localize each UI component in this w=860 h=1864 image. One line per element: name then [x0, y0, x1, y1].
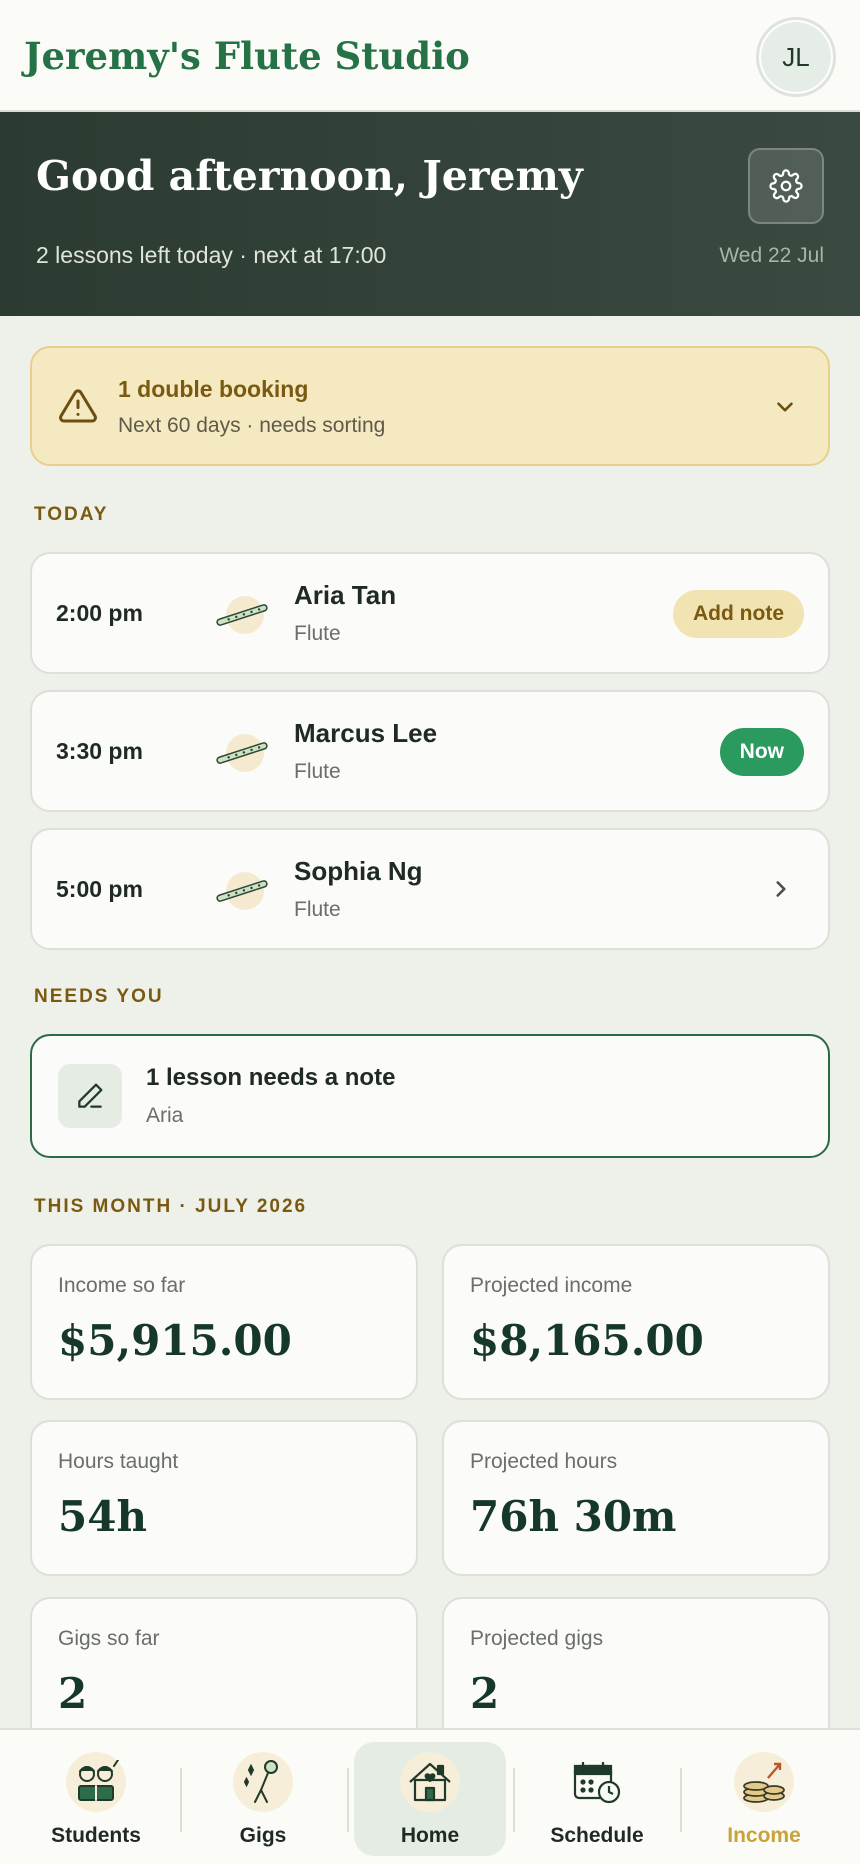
- nav-students[interactable]: Students: [20, 1742, 172, 1856]
- lesson-card[interactable]: 5:00 pm Sophia Ng Flute: [30, 828, 830, 950]
- warning-icon: [59, 389, 97, 423]
- stat-card-income: Income so far $5,915.00: [30, 1244, 418, 1400]
- stat-value: 2: [470, 1669, 500, 1718]
- section-label-needs-you: NEEDS YOU: [34, 986, 164, 1007]
- stat-value: 2: [58, 1669, 88, 1718]
- stat-label: Income so far: [58, 1274, 186, 1297]
- stat-label: Projected hours: [470, 1450, 618, 1473]
- pencil-icon: [78, 1083, 103, 1108]
- chevron-right-icon[interactable]: [768, 876, 794, 902]
- flute-icon: [214, 592, 270, 636]
- students-icon: [66, 1752, 126, 1812]
- settings-button[interactable]: [748, 148, 824, 224]
- avatar-initials: JL: [782, 41, 810, 72]
- pencil-icon-box: [58, 1064, 122, 1128]
- stat-value: $8,165.00: [470, 1316, 704, 1365]
- needs-note-title: 1 lesson needs a note: [146, 1064, 396, 1091]
- needs-note-card[interactable]: 1 lesson needs a note Aria: [30, 1034, 830, 1158]
- gear-icon: [769, 169, 803, 203]
- greeting-header: Good afternoon, Jeremy 2 lessons left to…: [0, 112, 860, 316]
- income-icon: [734, 1752, 794, 1812]
- alert-subtitle: Next 60 days · needs sorting: [118, 414, 386, 437]
- chevron-down-icon[interactable]: [772, 394, 798, 420]
- home-icon: [400, 1752, 460, 1812]
- schedule-icon: [567, 1752, 627, 1812]
- instrument-label: Flute: [294, 622, 341, 645]
- stat-value: 76h 30m: [470, 1492, 677, 1541]
- nav-income[interactable]: Income: [688, 1742, 840, 1856]
- section-label-today: TODAY: [34, 504, 109, 525]
- nav-label: Gigs: [239, 1824, 287, 1847]
- lesson-card[interactable]: 2:00 pm Aria Tan Flute Add note: [30, 552, 830, 674]
- instrument-label: Flute: [294, 760, 341, 783]
- greeting-subtitle: 2 lessons left today · next at 17:00: [36, 242, 387, 268]
- stat-value: $5,915.00: [58, 1316, 292, 1365]
- nav-schedule[interactable]: Schedule: [521, 1742, 673, 1856]
- nav-label: Home: [400, 1824, 460, 1847]
- bottom-nav: Students Gigs Home Schedule Income: [0, 1728, 860, 1864]
- stat-label: Hours taught: [58, 1450, 179, 1473]
- avatar[interactable]: JL: [756, 17, 836, 97]
- nav-label: Income: [727, 1824, 801, 1847]
- nav-label: Schedule: [550, 1824, 644, 1847]
- lesson-time: 5:00 pm: [56, 876, 143, 902]
- current-date: Wed 22 Jul: [719, 244, 824, 267]
- stat-label: Gigs so far: [58, 1627, 160, 1650]
- nav-label: Students: [51, 1824, 141, 1847]
- alert-title: 1 double booking: [118, 376, 309, 402]
- add-note-button[interactable]: Add note: [673, 590, 804, 638]
- now-badge[interactable]: Now: [719, 728, 804, 776]
- flute-icon: [214, 868, 270, 912]
- nav-home[interactable]: Home: [354, 1742, 506, 1856]
- app-bar: Jeremy's Flute Studio JL: [0, 0, 860, 112]
- stat-value: 54h: [58, 1492, 147, 1541]
- flute-icon: [214, 730, 270, 774]
- section-label-month: THIS MONTH · JULY 2026: [34, 1196, 308, 1217]
- gigs-icon: [233, 1752, 293, 1812]
- nav-gigs[interactable]: Gigs: [187, 1742, 339, 1856]
- lesson-card[interactable]: 3:30 pm Marcus Lee Flute Now: [30, 690, 830, 812]
- app-title: Jeremy's Flute Studio: [24, 34, 470, 78]
- stat-label: Projected income: [470, 1274, 633, 1297]
- stat-card-projected-hours: Projected hours 76h 30m: [442, 1420, 830, 1576]
- student-name: Marcus Lee: [294, 718, 438, 748]
- stat-label: Projected gigs: [470, 1627, 604, 1650]
- student-name: Sophia Ng: [294, 856, 423, 886]
- stat-card-hours: Hours taught 54h: [30, 1420, 418, 1576]
- lesson-time: 2:00 pm: [56, 600, 143, 626]
- needs-note-subtitle: Aria: [146, 1104, 184, 1127]
- instrument-label: Flute: [294, 898, 341, 921]
- lesson-time: 3:30 pm: [56, 738, 143, 764]
- greeting-title: Good afternoon, Jeremy: [36, 152, 583, 200]
- double-booking-alert[interactable]: 1 double booking Next 60 days · needs so…: [30, 346, 830, 466]
- student-name: Aria Tan: [294, 580, 397, 610]
- stat-card-projected-income: Projected income $8,165.00: [442, 1244, 830, 1400]
